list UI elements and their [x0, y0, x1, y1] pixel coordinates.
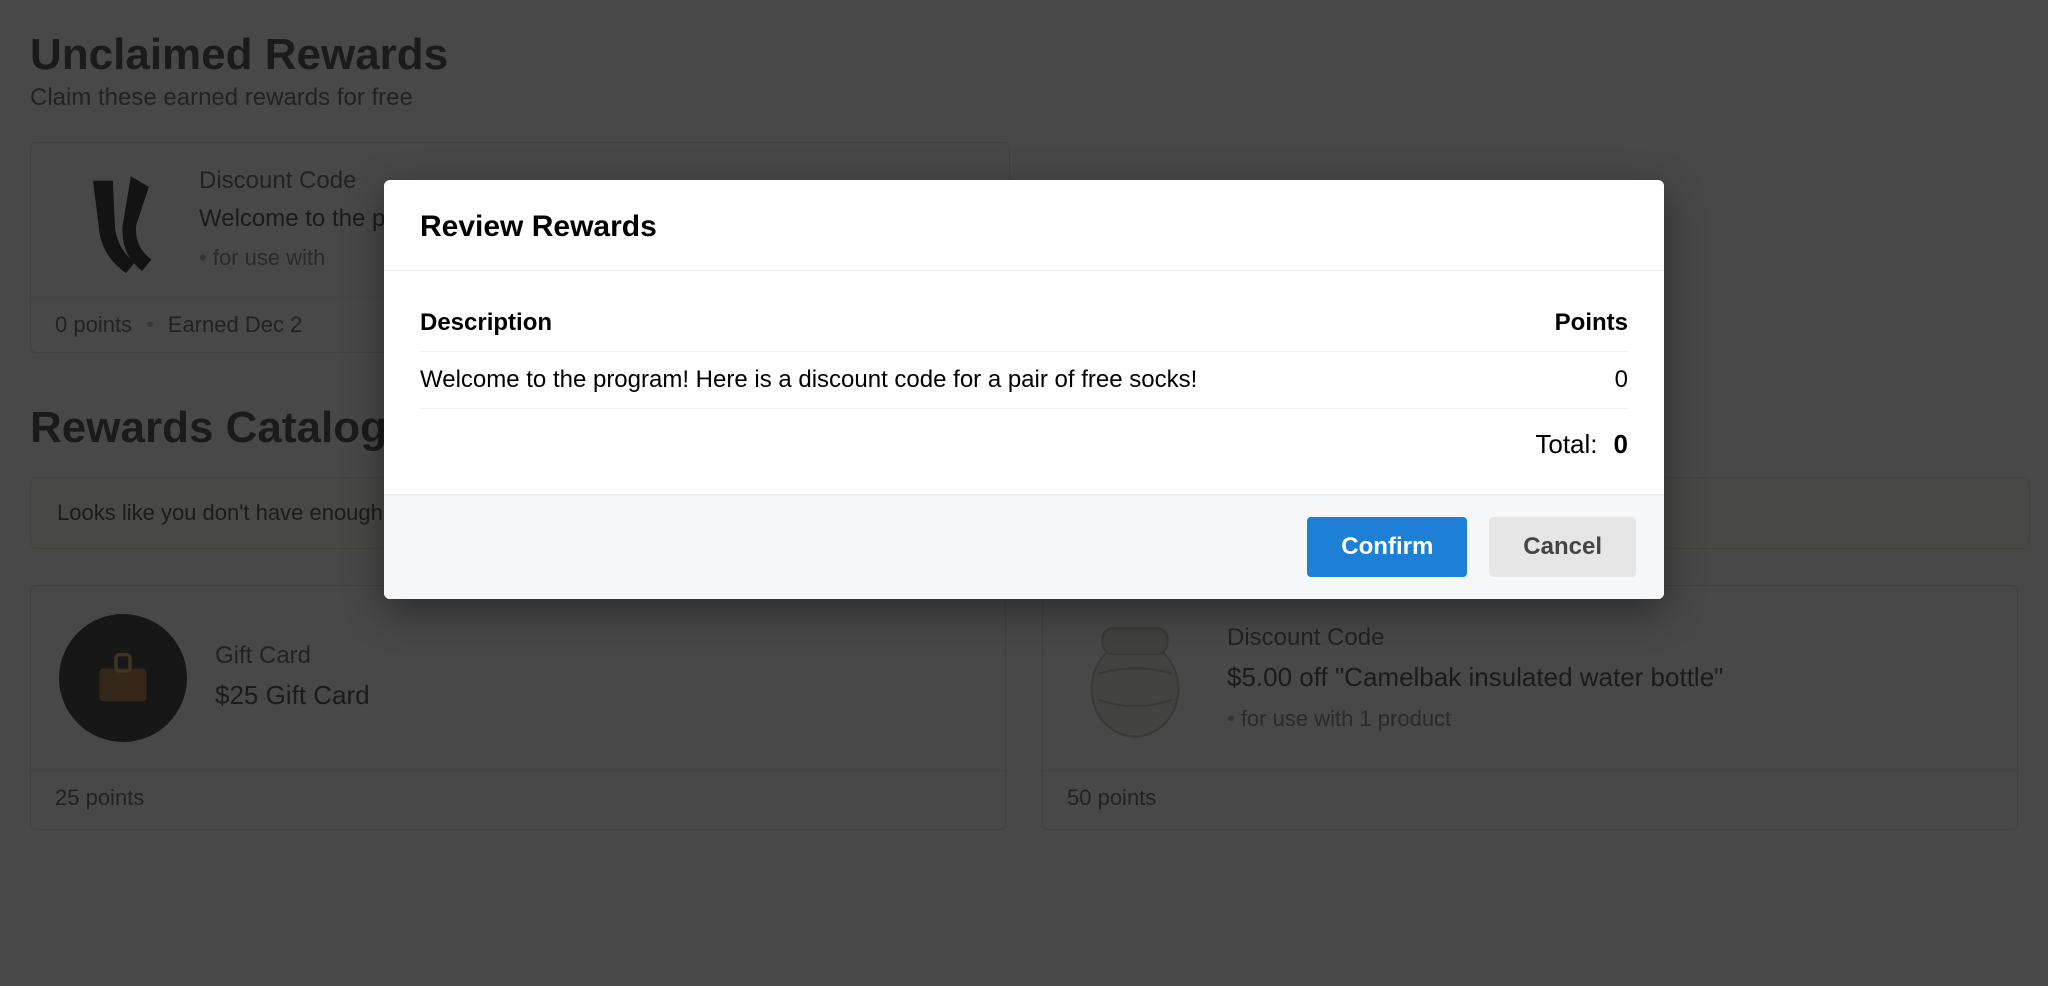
- row-description: Welcome to the program! Here is a discou…: [420, 366, 1197, 394]
- col-description: Description: [420, 309, 552, 337]
- review-rewards-modal: Review Rewards Description Points Welcom…: [384, 180, 1664, 599]
- modal-overlay[interactable]: Review Rewards Description Points Welcom…: [0, 0, 2048, 986]
- total-label: Total:: [1535, 429, 1597, 460]
- modal-footer: Confirm Cancel: [384, 494, 1664, 599]
- row-points: 0: [1615, 366, 1628, 394]
- col-points: Points: [1555, 309, 1628, 337]
- modal-table-header: Description Points: [420, 295, 1628, 352]
- cancel-button[interactable]: Cancel: [1489, 517, 1636, 577]
- modal-table-row: Welcome to the program! Here is a discou…: [420, 352, 1628, 409]
- total-value: 0: [1614, 429, 1628, 460]
- confirm-button[interactable]: Confirm: [1307, 517, 1467, 577]
- modal-title: Review Rewards: [384, 180, 1664, 271]
- modal-total-row: Total: 0: [420, 409, 1628, 484]
